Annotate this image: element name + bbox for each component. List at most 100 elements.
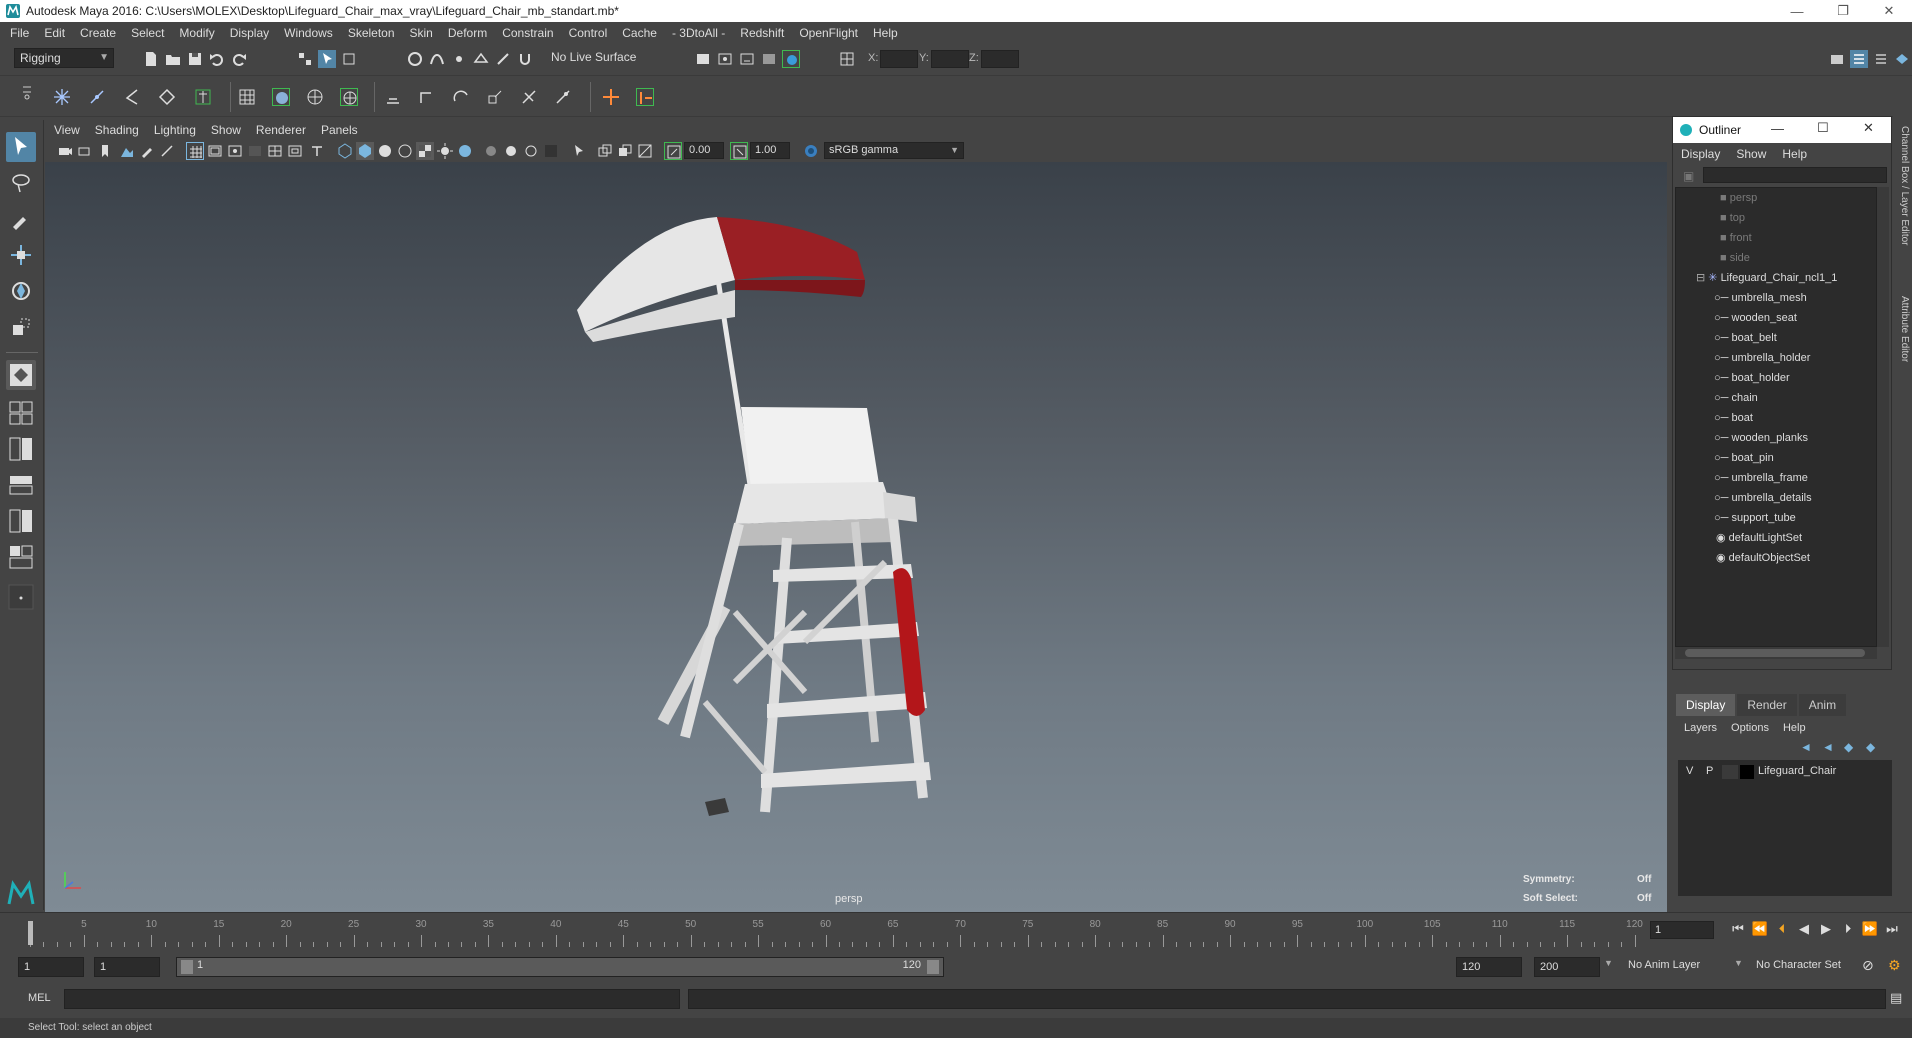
chevron-down-icon[interactable]: ▼ [1604,958,1613,968]
gate-mask-icon[interactable] [246,142,264,160]
bind-skin-icon[interactable] [194,88,212,106]
cluster-icon[interactable] [272,88,290,106]
menu-skin[interactable]: Skin [410,26,433,40]
four-view-layout-icon[interactable] [6,398,36,428]
range-bar[interactable]: 1 120 [176,957,944,977]
outliner-item-persp[interactable]: ■ persp [1720,188,1757,208]
snap-grid-icon[interactable] [406,50,424,68]
camera-select-icon[interactable] [56,142,74,160]
script-language-toggle[interactable]: MEL [28,992,51,1004]
vp-menu-panels[interactable]: Panels [321,123,358,137]
time-slider-track[interactable]: 1510152025303540455055606570758085909510… [24,919,1643,947]
go-to-start-button[interactable]: ⏮ [1728,919,1748,939]
vp-menu-show[interactable]: Show [211,123,241,137]
outliner-item-default-object-set[interactable]: ◉ defaultObjectSet [1716,548,1810,568]
scene-end-field[interactable]: 200 [1534,957,1600,977]
close-button[interactable]: ✕ [1866,0,1912,22]
step-forward-key-button[interactable]: ⏩ [1860,919,1880,939]
magnet-icon[interactable] [516,50,534,68]
rotate-tool-icon[interactable] [6,276,36,306]
render-view-icon[interactable] [694,50,712,68]
transform-input-icon[interactable] [838,50,856,68]
lattice-icon[interactable] [238,88,256,106]
lasso-tool-icon[interactable] [6,168,36,198]
menu-modify[interactable]: Modify [179,26,214,40]
playback-end-field[interactable]: 120 [1456,957,1522,977]
y-field[interactable] [931,50,969,68]
constraint-parent-icon[interactable] [520,88,538,106]
camera-lock-icon[interactable] [76,142,94,160]
gamma-icon[interactable] [730,142,748,160]
tab-anim[interactable]: Anim [1798,694,1847,716]
attribute-editor-icon[interactable] [1850,50,1868,68]
current-time-marker[interactable] [28,921,33,945]
outliner-item-root[interactable]: ⊟ ✳ Lifeguard_Chair_ncl1_1 [1696,268,1837,288]
outliner-layout-icon[interactable] [6,470,36,500]
outliner-item-umbrella-details[interactable]: ○─ umbrella_details [1714,488,1812,508]
vp-menu-renderer[interactable]: Renderer [256,123,306,137]
filter-icon[interactable]: ▣ [1683,169,1694,183]
joint-tool-icon[interactable] [53,88,71,106]
ik-handle-icon[interactable] [88,88,106,106]
shadows-icon[interactable] [456,142,474,160]
isolate-select-icon[interactable] [570,142,588,160]
tool-settings-icon[interactable] [1872,50,1890,68]
menu-windows[interactable]: Windows [284,26,333,40]
constraint-scale-icon[interactable] [486,88,504,106]
outliner-item-umbrella-frame[interactable]: ○─ umbrella_frame [1714,468,1808,488]
grease-pencil-icon[interactable] [138,142,156,160]
outliner-minimize-button[interactable]: — [1771,121,1784,136]
minimize-button[interactable]: — [1774,0,1820,22]
depth-of-field-icon[interactable] [542,142,560,160]
shelf-menu-icon[interactable] [18,83,36,101]
select-hierarchy-icon[interactable] [296,50,314,68]
redo-icon[interactable] [230,50,248,68]
script-editor-icon[interactable]: ▤ [1890,990,1902,1006]
menu-deform[interactable]: Deform [448,26,487,40]
select-component-icon[interactable] [340,50,358,68]
step-back-key-button[interactable]: ⏪ [1750,919,1770,939]
snap-view-plane-icon[interactable] [472,50,490,68]
exposure-field[interactable]: 0.00 [684,142,724,159]
smooth-shade-icon[interactable] [356,142,374,160]
xray-joints-icon[interactable] [636,142,654,160]
menu-create[interactable]: Create [80,26,116,40]
colorspace-dropdown[interactable]: sRGB gamma ▼ [824,142,964,159]
menu-openflight[interactable]: OpenFlight [799,26,858,40]
textures-icon[interactable] [416,142,434,160]
channel-box-icon[interactable] [1893,50,1911,68]
outliner-item-boat-pin[interactable]: ○─ boat_pin [1714,448,1774,468]
animation-preferences-icon[interactable]: ⚙ [1888,957,1901,974]
go-to-end-button[interactable]: ⏭ [1882,919,1902,939]
layer-type-toggle[interactable] [1722,765,1738,779]
anim-layer-dropdown[interactable]: No Anim Layer [1628,959,1700,971]
range-start-handle[interactable] [181,960,193,974]
scale-tool-icon[interactable] [6,312,36,342]
single-view-layout-icon[interactable] [6,360,36,390]
outliner-item-boat-belt[interactable]: ○─ boat_belt [1714,328,1777,348]
lifeguard-chair-model[interactable] [45,162,1667,912]
current-frame-field[interactable]: 1 [1650,921,1714,939]
outliner-item-top[interactable]: ■ top [1720,208,1745,228]
menu-set-dropdown[interactable]: Rigging ▼ [14,48,114,68]
xray-active-icon[interactable] [616,142,634,160]
outliner-item-umbrella-holder[interactable]: ○─ umbrella_holder [1714,348,1810,368]
auto-key-icon[interactable]: ⊘ [1862,957,1874,974]
locator-icon[interactable] [602,88,620,106]
constraint-aim-icon[interactable] [418,88,436,106]
menu-constrain[interactable]: Constrain [502,26,553,40]
two-d-pan-icon[interactable] [158,142,176,160]
outliner-item-default-light-set[interactable]: ◉ defaultLightSet [1716,528,1802,548]
insert-joint-icon[interactable] [158,88,176,106]
outliner-item-side[interactable]: ■ side [1720,248,1750,268]
safe-action-icon[interactable] [286,142,304,160]
menu-redshift[interactable]: Redshift [740,26,784,40]
use-all-lights-icon[interactable] [436,142,454,160]
outliner-item-wooden-planks[interactable]: ○─ wooden_planks [1714,428,1808,448]
channel-box-tab[interactable]: Channel Box / Layer Editor [1895,126,1910,246]
image-plane-icon[interactable] [118,142,136,160]
field-chart-icon[interactable] [266,142,284,160]
save-scene-icon[interactable] [186,50,204,68]
layer-color-swatch[interactable] [1740,765,1754,779]
lp-menu-layers[interactable]: Layers [1684,722,1717,734]
